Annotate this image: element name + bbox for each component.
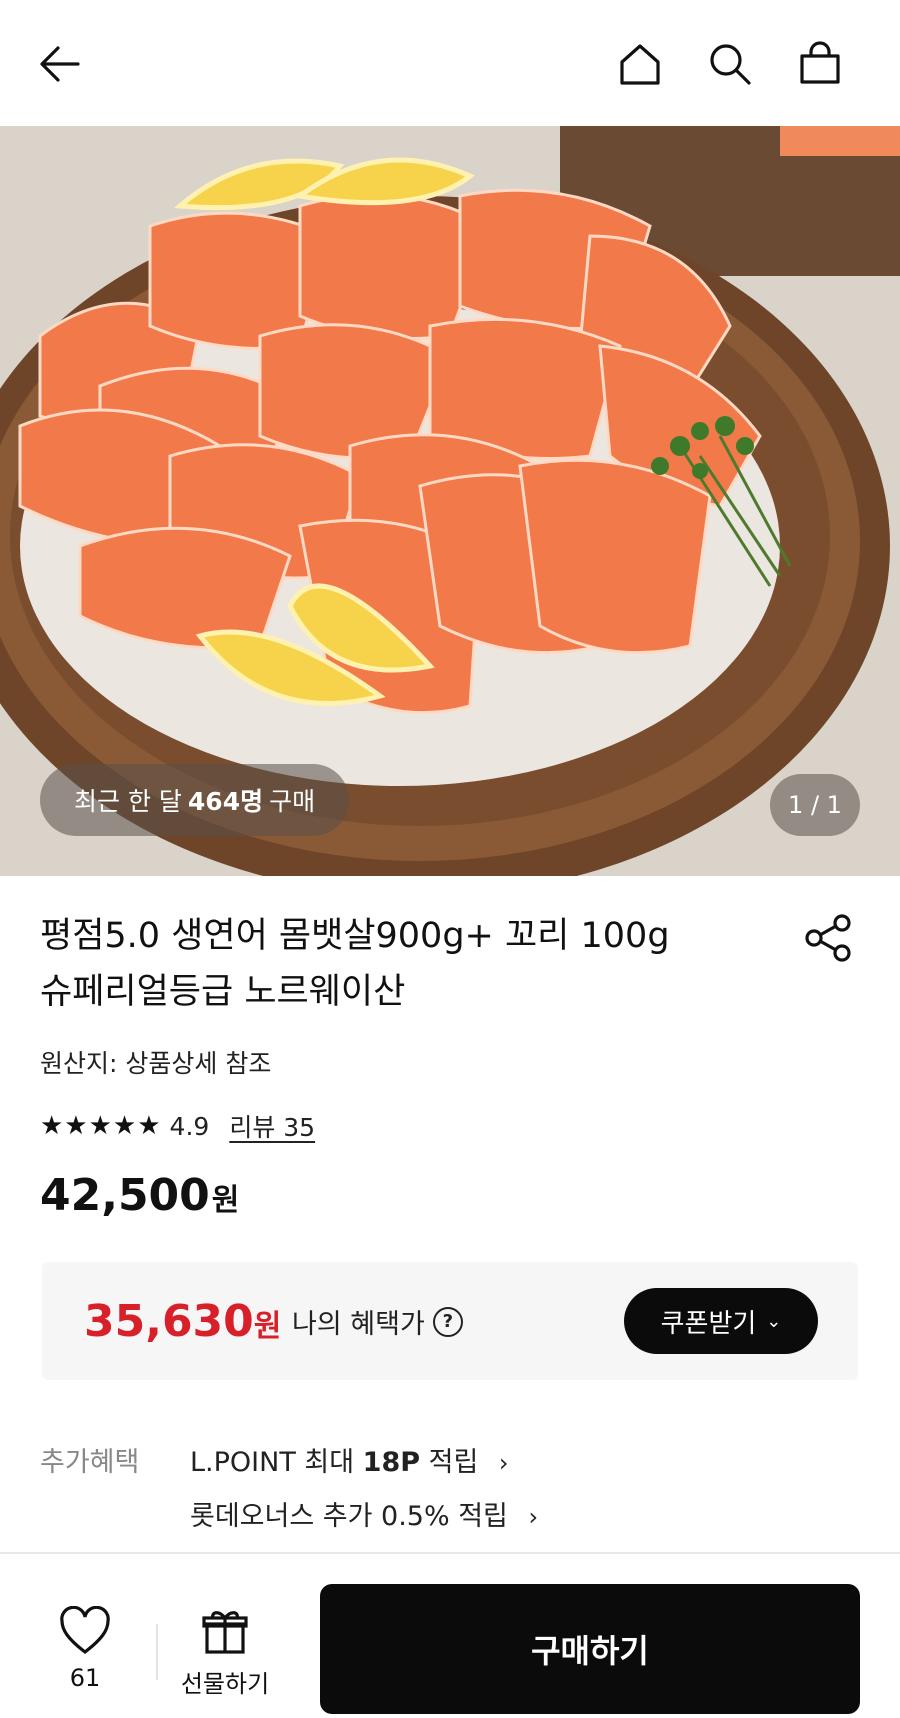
badge-suffix: 구매 — [269, 787, 316, 816]
lotte-owners-text: 롯데오너스 추가 0.5% 적립 — [190, 1501, 508, 1532]
product-image-carousel[interactable]: 최근 한 달 464명 구매 1 / 1 — [0, 126, 900, 876]
lotte-owners-benefit-link[interactable]: 롯데오너스 추가 0.5% 적립 › — [190, 1494, 538, 1533]
origin-info: 원산지: 상품상세 참조 — [40, 1049, 272, 1078]
badge-count: 464명 — [187, 787, 264, 816]
review-count-link[interactable]: 리뷰 35 — [229, 1108, 315, 1144]
chevron-right-icon: › — [498, 1449, 509, 1477]
product-title-line2: 슈페리얼등급 노르웨이산 — [40, 972, 406, 1012]
star-rating-icon: ★★★★★ — [40, 1111, 162, 1141]
search-icon[interactable] — [700, 34, 760, 94]
lpoint-benefit-link[interactable]: L.POINT 최대 18P 적립 › — [190, 1440, 509, 1479]
chevron-right-icon: › — [528, 1503, 539, 1531]
wishlist-count: 61 — [69, 1664, 101, 1692]
lpoint-prefix: L.POINT 최대 — [190, 1447, 355, 1478]
help-question-icon[interactable]: ? — [432, 1306, 463, 1337]
benefit-price-box: 35,630원 나의 혜택가 ? 쿠폰받기 ⌄ — [42, 1262, 858, 1380]
benefit-label-text: 나의 혜택가 — [292, 1309, 425, 1340]
benefit-price: 35,630원 — [84, 1296, 281, 1347]
benefit-label: 나의 혜택가 ? — [292, 1302, 463, 1341]
price-value: 42,500 — [40, 1170, 210, 1221]
rating-value: 4.9 — [169, 1111, 210, 1141]
original-price: 42,500원 — [40, 1170, 239, 1221]
lpoint-points: 18P — [362, 1447, 421, 1478]
coupon-button-label: 쿠폰받기 — [660, 1308, 757, 1339]
get-coupon-button[interactable]: 쿠폰받기 ⌄ — [624, 1288, 818, 1354]
price-unit: 원 — [211, 1183, 240, 1218]
home-icon[interactable] — [610, 34, 670, 94]
buy-button[interactable]: 구매하기 — [320, 1584, 860, 1714]
product-title-line1: 평점5.0 생연어 몸뱃살900g+ 꼬리 100g — [40, 916, 670, 956]
share-icon[interactable] — [800, 910, 856, 966]
recent-purchase-badge: 최근 한 달 464명 구매 — [40, 764, 350, 836]
rating-row: ★★★★★ 4.9 리뷰 35 — [40, 1108, 315, 1144]
shopping-bag-icon[interactable] — [790, 34, 850, 94]
gift-button[interactable]: 선물하기 — [170, 1606, 280, 1699]
product-title: 평점5.0 생연어 몸뱃살900g+ 꼬리 100g 슈페리얼등급 노르웨이산 — [40, 908, 760, 1020]
image-page-indicator: 1 / 1 — [770, 774, 860, 836]
top-navigation-bar — [0, 0, 900, 126]
heart-icon — [60, 1605, 110, 1655]
gift-label: 선물하기 — [180, 1670, 270, 1698]
extra-benefits-label: 추가혜택 — [40, 1447, 140, 1478]
chevron-down-icon: ⌄ — [766, 1310, 782, 1332]
benefit-price-unit: 원 — [253, 1309, 282, 1344]
divider — [156, 1624, 158, 1680]
badge-prefix: 최근 한 달 — [74, 787, 182, 816]
wishlist-button[interactable]: 61 — [50, 1605, 120, 1692]
back-arrow-icon[interactable] — [30, 34, 90, 94]
gift-icon — [202, 1611, 248, 1654]
benefit-price-value: 35,630 — [84, 1296, 254, 1347]
bottom-action-bar: 61 선물하기 구매하기 — [0, 1552, 900, 1718]
lpoint-suffix: 적립 — [428, 1447, 479, 1478]
